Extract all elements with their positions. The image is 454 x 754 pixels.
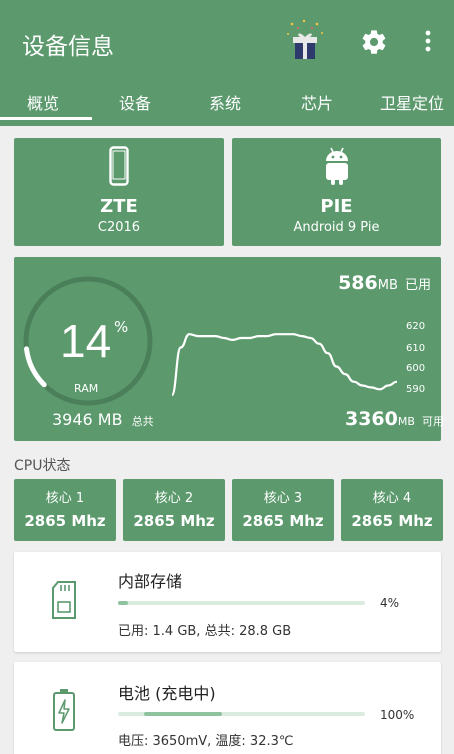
ram-used: 586MB 已用 <box>338 272 431 294</box>
tab-overview[interactable]: 概览 <box>27 90 59 114</box>
ram-available-value: 3360 <box>344 408 398 430</box>
memory-line-series <box>170 333 398 397</box>
cpu-section-label: CPU状态 <box>14 458 71 474</box>
core-name: 核心 3 <box>263 491 303 506</box>
storage-progress-fill <box>118 601 128 605</box>
storage-progress-track <box>118 601 365 605</box>
core-frequency: 2865 Mhz <box>351 512 433 530</box>
overflow-menu-icon[interactable] <box>418 29 438 55</box>
battery-charging-indicator <box>144 712 222 716</box>
cpu-core-card[interactable]: 核心 1 2865 Mhz <box>14 479 116 541</box>
battery-detail: 电压: 3650mV, 温度: 32.3℃ <box>118 734 294 749</box>
phone-icon <box>109 146 129 186</box>
ram-total-label: 总共 <box>131 415 154 428</box>
core-frequency: 2865 Mhz <box>24 512 106 530</box>
device-card[interactable]: ZTE C2016 <box>14 138 224 246</box>
ram-available: 3360MB 可用 <box>345 408 444 430</box>
y-tick-label: 620 <box>406 321 426 332</box>
cpu-core-card[interactable]: 核心 4 2865 Mhz <box>341 479 443 541</box>
storage-title: 内部存储 <box>118 572 183 591</box>
ram-percent: 14 <box>60 315 112 367</box>
ram-used-label: 已用 <box>404 278 431 293</box>
core-frequency: 2865 Mhz <box>133 512 215 530</box>
y-tick-label: 610 <box>406 343 426 354</box>
ram-total: 3946 MB 总共 <box>52 410 154 429</box>
storage-card[interactable]: 内部存储 4% 已用: 1.4 GB, 总共: 28.8 GB <box>14 552 441 652</box>
android-icon <box>326 147 348 185</box>
battery-title: 电池 (充电中) <box>118 684 216 703</box>
ram-total-value: 3946 MB <box>52 410 123 429</box>
ram-label: RAM <box>74 382 99 395</box>
tab-indicator <box>0 117 92 120</box>
os-version: Android 9 Pie <box>293 220 380 235</box>
device-model: C2016 <box>97 220 141 235</box>
app-title: 设备信息 <box>22 34 114 60</box>
core-name: 核心 4 <box>372 491 412 506</box>
battery-progress-track <box>118 712 365 716</box>
core-name: 核心 1 <box>45 491 85 506</box>
battery-percent: 100% <box>380 708 415 722</box>
y-tick-label: 590 <box>406 384 426 395</box>
sd-card-icon <box>52 581 76 619</box>
tab-chip[interactable]: 芯片 <box>301 90 333 114</box>
y-tick-label: 600 <box>406 363 426 374</box>
core-frequency: 2865 Mhz <box>242 512 324 530</box>
os-card[interactable]: PIE Android 9 Pie <box>232 138 441 246</box>
gift-icon[interactable] <box>284 18 326 62</box>
battery-charging-icon <box>53 689 75 731</box>
ram-gauge-arc <box>24 346 47 388</box>
settings-gear-icon[interactable] <box>360 28 388 56</box>
ram-used-unit: MB <box>377 278 398 293</box>
os-name: PIE <box>320 196 353 217</box>
tab-system[interactable]: 系统 <box>209 90 241 114</box>
storage-detail: 已用: 1.4 GB, 总共: 28.8 GB <box>118 624 292 639</box>
ram-available-unit: MB <box>397 415 415 428</box>
core-name: 核心 2 <box>154 491 194 506</box>
device-brand: ZTE <box>100 196 138 217</box>
ram-percent-symbol: % <box>114 318 129 336</box>
storage-percent: 4% <box>380 596 400 610</box>
cpu-core-card[interactable]: 核心 3 2865 Mhz <box>232 479 334 541</box>
tab-device[interactable]: 设备 <box>119 90 151 114</box>
tab-gps[interactable]: 卫星定位 <box>380 90 444 114</box>
ram-used-value: 586 <box>338 272 378 294</box>
cpu-core-card[interactable]: 核心 2 2865 Mhz <box>123 479 225 541</box>
ram-available-label: 可用 <box>422 415 444 428</box>
battery-card[interactable]: 电池 (充电中) 100% 电压: 3650mV, 温度: 32.3℃ <box>14 662 441 754</box>
